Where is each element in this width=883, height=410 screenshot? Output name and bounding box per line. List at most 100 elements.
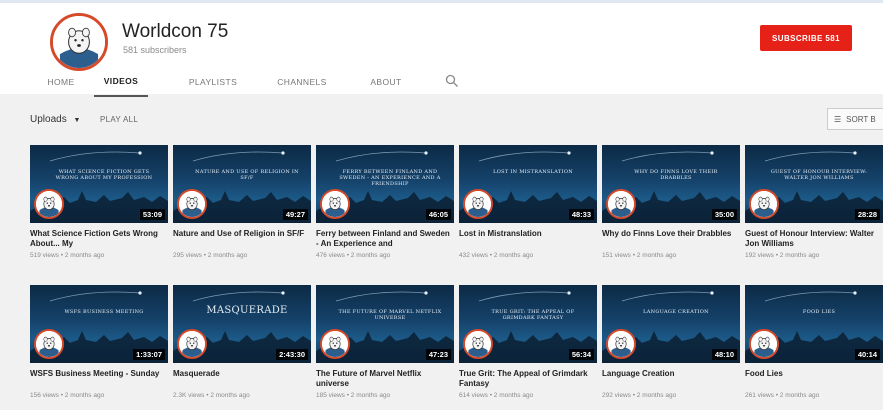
video-duration: 56:34 [568, 349, 594, 360]
thumbnail-title-text: THE FUTURE OF MARVEL NETFLIX UNIVERSE [338, 309, 442, 321]
video-meta: 261 views • 2 months ago [745, 392, 820, 399]
uploads-label: Uploads [30, 114, 67, 125]
video-card[interactable]: NATURE AND USE OF RELIGION IN SF/F 49:27 N… [173, 145, 311, 275]
worldcon-logo-icon [463, 329, 493, 359]
video-duration: 46:05 [425, 209, 451, 220]
video-duration: 1:33:07 [133, 349, 165, 360]
worldcon-logo-icon [177, 329, 207, 359]
channel-logo [53, 16, 105, 68]
video-meta: 614 views • 2 months ago [459, 392, 534, 399]
video-meta: 476 views • 2 months ago [316, 252, 391, 259]
video-card[interactable]: FOOD LIES 40:14 Food Lies 261 views • 2 mon… [745, 285, 883, 410]
worldcon-logo-icon [463, 189, 493, 219]
worldcon-logo-icon [320, 329, 350, 359]
video-card[interactable]: LOST IN MISTRANSLATION 48:33 Lost in Mistr… [459, 145, 597, 275]
video-card[interactable]: WHY DO FINNS LOVE THEIR DRABBLES 35:00 Why… [602, 145, 740, 275]
video-thumbnail[interactable]: LANGUAGE CREATION 48:10 [602, 285, 740, 363]
video-thumbnail[interactable]: WHY DO FINNS LOVE THEIR DRABBLES 35:00 [602, 145, 740, 223]
video-card[interactable]: WHAT SCIENCE FICTION GETS WRONG ABOUT MY… [30, 145, 168, 275]
video-meta: 156 views • 2 months ago [30, 392, 105, 399]
thumbnail-title-text: GUEST OF HONOUR INTERVIEW: WALTER JON WI… [770, 169, 868, 181]
worldcon-logo-icon [177, 189, 207, 219]
video-card[interactable]: WSFS BUSINESS MEETING 1:33:07 WSFS Busines… [30, 285, 168, 410]
video-duration: 35:00 [711, 209, 737, 220]
video-thumbnail[interactable]: TRUE GRIT: THE APPEAL OF GRIMDARK FANTAS… [459, 285, 597, 363]
video-row-2: WSFS BUSINESS MEETING 1:33:07 WSFS Busines… [30, 285, 883, 410]
video-title[interactable]: WSFS Business Meeting - Sunday [30, 369, 168, 379]
channel-tabs: HOME VIDEOS PLAYLISTS CHANNELS ABOUT [0, 66, 883, 97]
video-title[interactable]: Guest of Honour Interview: Walter Jon Wi… [745, 229, 883, 249]
video-thumbnail[interactable]: NATURE AND USE OF RELIGION IN SF/F 49:27 [173, 145, 311, 223]
video-thumbnail[interactable]: GUEST OF HONOUR INTERVIEW: WALTER JON WI… [745, 145, 883, 223]
video-card[interactable]: TRUE GRIT: THE APPEAL OF GRIMDARK FANTAS… [459, 285, 597, 410]
video-duration: 47:23 [425, 349, 451, 360]
video-meta: 292 views • 2 months ago [602, 392, 677, 399]
video-title[interactable]: Masquerade [173, 369, 311, 379]
video-duration: 28:28 [854, 209, 880, 220]
video-title[interactable]: Why do Finns Love their Drabbles [602, 229, 740, 239]
sort-by-button[interactable]: ☰ SORT B [827, 108, 883, 130]
video-thumbnail[interactable]: MASQUERADE 2:43:30 [173, 285, 311, 363]
channel-name[interactable]: Worldcon 75 [122, 21, 228, 43]
tab-channels[interactable]: CHANNELS [276, 66, 328, 97]
video-title[interactable]: Lost in Mistranslation [459, 229, 597, 239]
video-title[interactable]: Ferry between Finland and Sweden - An Ex… [316, 229, 454, 249]
video-meta: 151 views • 2 months ago [602, 252, 677, 259]
thumbnail-title-text: WHY DO FINNS LOVE THEIR DRABBLES [634, 169, 718, 181]
thumbnail-title-text: FERRY BETWEEN FINLAND AND SWEDEN - AN EX… [339, 169, 441, 187]
video-thumbnail[interactable]: LOST IN MISTRANSLATION 48:33 [459, 145, 597, 223]
video-row-1: WHAT SCIENCE FICTION GETS WRONG ABOUT MY… [30, 145, 883, 275]
video-duration: 2:43:30 [276, 349, 308, 360]
video-card[interactable]: GUEST OF HONOUR INTERVIEW: WALTER JON WI… [745, 145, 883, 275]
videos-toolbar: Uploads ▼ PLAY ALL ☰ SORT B [0, 105, 883, 133]
video-title[interactable]: What Science Fiction Gets Wrong About...… [30, 229, 168, 249]
video-title[interactable]: Food Lies [745, 369, 883, 379]
search-icon[interactable] [445, 74, 459, 88]
sort-icon: ☰ [834, 114, 842, 124]
video-duration: 48:33 [568, 209, 594, 220]
video-meta: 519 views • 2 months ago [30, 252, 105, 259]
video-thumbnail[interactable]: THE FUTURE OF MARVEL NETFLIX UNIVERSE 47:… [316, 285, 454, 363]
video-title[interactable]: True Grit: The Appeal of Grimdark Fantas… [459, 369, 597, 389]
channel-avatar[interactable] [50, 13, 108, 71]
caret-down-icon: ▼ [73, 117, 81, 124]
uploads-dropdown[interactable]: Uploads ▼ [30, 114, 80, 125]
video-card[interactable]: THE FUTURE OF MARVEL NETFLIX UNIVERSE 47:… [316, 285, 454, 410]
channel-header: Worldcon 75 581 subscribers SUBSCRIBE 58… [0, 3, 883, 97]
worldcon-logo-icon [749, 189, 779, 219]
subscriber-count: 581 subscribers [123, 45, 187, 55]
video-thumbnail[interactable]: FERRY BETWEEN FINLAND AND SWEDEN - AN EX… [316, 145, 454, 223]
thumbnail-title-text: MASQUERADE [206, 305, 288, 316]
video-card[interactable]: LANGUAGE CREATION 48:10 Language Creation 2… [602, 285, 740, 410]
thumbnail-title-text: WSFS BUSINESS MEETING [64, 309, 144, 315]
video-meta: 2.3K views • 2 months ago [173, 392, 250, 399]
thumbnail-title-text: NATURE AND USE OF RELIGION IN SF/F [195, 169, 299, 181]
video-duration: 49:27 [282, 209, 308, 220]
thumbnail-title-text: TRUE GRIT: THE APPEAL OF GRIMDARK FANTAS… [491, 309, 575, 321]
worldcon-logo-icon [749, 329, 779, 359]
worldcon-logo-icon [606, 329, 636, 359]
thumbnail-title-text: FOOD LIES [802, 309, 836, 315]
video-card[interactable]: FERRY BETWEEN FINLAND AND SWEDEN - AN EX… [316, 145, 454, 275]
video-card[interactable]: MASQUERADE 2:43:30 Masquerade 2.3K views • … [173, 285, 311, 410]
worldcon-logo-icon [606, 189, 636, 219]
video-meta: 432 views • 2 months ago [459, 252, 534, 259]
video-meta: 295 views • 2 months ago [173, 252, 248, 259]
video-thumbnail[interactable]: WHAT SCIENCE FICTION GETS WRONG ABOUT MY… [30, 145, 168, 223]
video-title[interactable]: Language Creation [602, 369, 740, 379]
tab-playlists[interactable]: PLAYLISTS [187, 66, 239, 97]
worldcon-logo-icon [34, 189, 64, 219]
video-title[interactable]: Nature and Use of Religion in SF/F [173, 229, 311, 239]
thumbnail-title-text: LANGUAGE CREATION [643, 309, 709, 315]
subscribe-button[interactable]: SUBSCRIBE 581 [760, 25, 852, 51]
tab-videos[interactable]: VIDEOS [94, 66, 148, 97]
sort-label: SORT B [846, 114, 876, 124]
play-all-button[interactable]: PLAY ALL [100, 115, 138, 124]
video-title[interactable]: The Future of Marvel Netflix universe [316, 369, 454, 389]
tab-about[interactable]: ABOUT [366, 66, 406, 97]
video-thumbnail[interactable]: FOOD LIES 40:14 [745, 285, 883, 363]
video-duration: 48:10 [711, 349, 737, 360]
thumbnail-title-text: WHAT SCIENCE FICTION GETS WRONG ABOUT MY… [55, 169, 153, 181]
tab-home[interactable]: HOME [44, 66, 78, 97]
video-thumbnail[interactable]: WSFS BUSINESS MEETING 1:33:07 [30, 285, 168, 363]
